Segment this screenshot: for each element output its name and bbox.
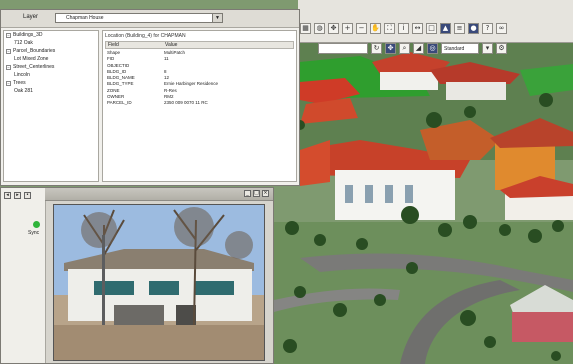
- attribute-field: PARCEL_ID: [107, 100, 132, 106]
- fly-icon[interactable]: ▲: [440, 22, 451, 34]
- grid-icon[interactable]: ▦: [300, 22, 311, 34]
- toolbar-row-2: ↻ ✥ ⌕ ◢ ◎ Standard ▾ ⚙: [318, 38, 507, 58]
- toolbar-row-1: ▦ ◍ ✥ + − ✋ ⛶ i ↔ □ ▲ ≡ ● ? ∞: [300, 18, 507, 38]
- binoculars-icon[interactable]: ∞: [496, 22, 507, 34]
- tree-item-label: Street_Centerlines: [13, 64, 55, 70]
- tree-item-label: Lot Mixed Zone: [14, 56, 49, 62]
- globe-icon[interactable]: ◍: [314, 22, 325, 34]
- pan-icon[interactable]: ✋: [370, 22, 381, 34]
- tree-item-label: Parcel_Boundaries: [13, 48, 56, 54]
- identify-icon[interactable]: i: [398, 22, 409, 34]
- chevron-down-icon[interactable]: ▼: [212, 14, 222, 22]
- photo-viewer-window: ◂ ▸ • Sync _ □ ×: [0, 187, 274, 364]
- layer-select-value: Chapman House: [66, 15, 104, 21]
- attribute-title: Location (Building_4) for CHAPMAN: [105, 33, 186, 39]
- tree-item-label: Oak 281: [14, 88, 33, 94]
- attribute-grid: Shape MultiPatch FID 11 OBJECTID BLDG_ID 8 BLDG…: [105, 50, 294, 107]
- navigate-icon[interactable]: ✥: [328, 22, 339, 34]
- attribute-panel: Location (Building_4) for CHAPMAN Field …: [102, 30, 297, 182]
- target-icon[interactable]: ◎: [427, 42, 438, 54]
- maximize-icon[interactable]: □: [253, 190, 260, 197]
- identify-window: Layer Chapman House ▼ − Buildings_3D 712 O…: [0, 9, 300, 186]
- zoom-icon[interactable]: ⌕: [399, 42, 410, 54]
- attribute-grid-header: Field Value: [105, 41, 294, 49]
- tree-item[interactable]: − Buildings_3D: [4, 31, 98, 39]
- feature-tree: − Buildings_3D 712 Oak − Parcel_Boundaries Lo…: [3, 30, 99, 182]
- back-icon[interactable]: ◂: [4, 192, 11, 199]
- layers-icon[interactable]: ≡: [454, 22, 465, 34]
- building-photo: [53, 204, 265, 361]
- pin-icon[interactable]: •: [24, 192, 31, 199]
- attribute-value: 2350 009 0070 11 RC: [164, 100, 208, 106]
- status-indicator-icon: [33, 221, 40, 228]
- tree-item[interactable]: − Trees: [4, 79, 98, 87]
- info-icon[interactable]: ●: [468, 22, 479, 34]
- tree-item[interactable]: − Parcel_Boundaries: [4, 47, 98, 55]
- identify-header: Layer Chapman House ▼: [1, 10, 299, 28]
- side-label: Sync: [28, 230, 40, 236]
- expand-toggle-icon[interactable]: −: [6, 48, 11, 54]
- tree-item[interactable]: Lot Mixed Zone: [4, 55, 98, 63]
- tree-item[interactable]: − Street_Centerlines: [4, 63, 98, 71]
- forward-icon[interactable]: ▸: [14, 192, 21, 199]
- close-icon[interactable]: ×: [262, 190, 269, 197]
- tree-item-label: Lincoln: [14, 72, 30, 78]
- navigate-3d-icon[interactable]: ✥: [385, 42, 396, 54]
- column-header-field[interactable]: Field: [106, 42, 163, 48]
- tree-item-label: 712 Oak: [14, 40, 33, 46]
- tree-item[interactable]: Lincoln: [4, 71, 98, 79]
- zoom-out-icon[interactable]: −: [356, 22, 367, 34]
- options-icon[interactable]: ▾: [482, 42, 493, 54]
- scale-combo[interactable]: [318, 42, 368, 54]
- full-extent-icon[interactable]: ⛶: [384, 22, 395, 34]
- layer-select[interactable]: Chapman House ▼: [55, 13, 223, 23]
- viewer-side-panel: ◂ ▸ • Sync: [1, 188, 46, 363]
- tree-item[interactable]: 712 Oak: [4, 39, 98, 47]
- tree-item-label: Trees: [13, 80, 26, 86]
- tilt-icon[interactable]: ◢: [413, 42, 424, 54]
- tree-item-label: Buildings_3D: [13, 32, 43, 38]
- rotate-icon[interactable]: ↻: [371, 42, 382, 54]
- layer-label: Layer: [23, 14, 39, 20]
- tree-item[interactable]: Oak 281: [4, 87, 98, 95]
- main-toolbar: ▦ ◍ ✥ + − ✋ ⛶ i ↔ □ ▲ ≡ ● ? ∞ ↻ ✥ ⌕ ◢ ◎ …: [298, 0, 573, 54]
- help-icon[interactable]: ?: [482, 22, 493, 34]
- attribute-row[interactable]: PARCEL_ID 2350 009 0070 11 RC: [105, 100, 294, 106]
- minimize-icon[interactable]: _: [244, 190, 251, 197]
- expand-toggle-icon[interactable]: −: [6, 80, 11, 86]
- expand-toggle-icon[interactable]: −: [6, 32, 11, 38]
- measure-icon[interactable]: ↔: [412, 22, 423, 34]
- zoom-in-icon[interactable]: +: [342, 22, 353, 34]
- column-header-value[interactable]: Value: [163, 42, 293, 48]
- photo-title-bar: _ □ ×: [45, 188, 273, 201]
- settings-icon[interactable]: ⚙: [496, 42, 507, 54]
- select-icon[interactable]: □: [426, 22, 437, 34]
- view-mode-combo[interactable]: Standard: [441, 42, 479, 54]
- expand-toggle-icon[interactable]: −: [6, 64, 11, 70]
